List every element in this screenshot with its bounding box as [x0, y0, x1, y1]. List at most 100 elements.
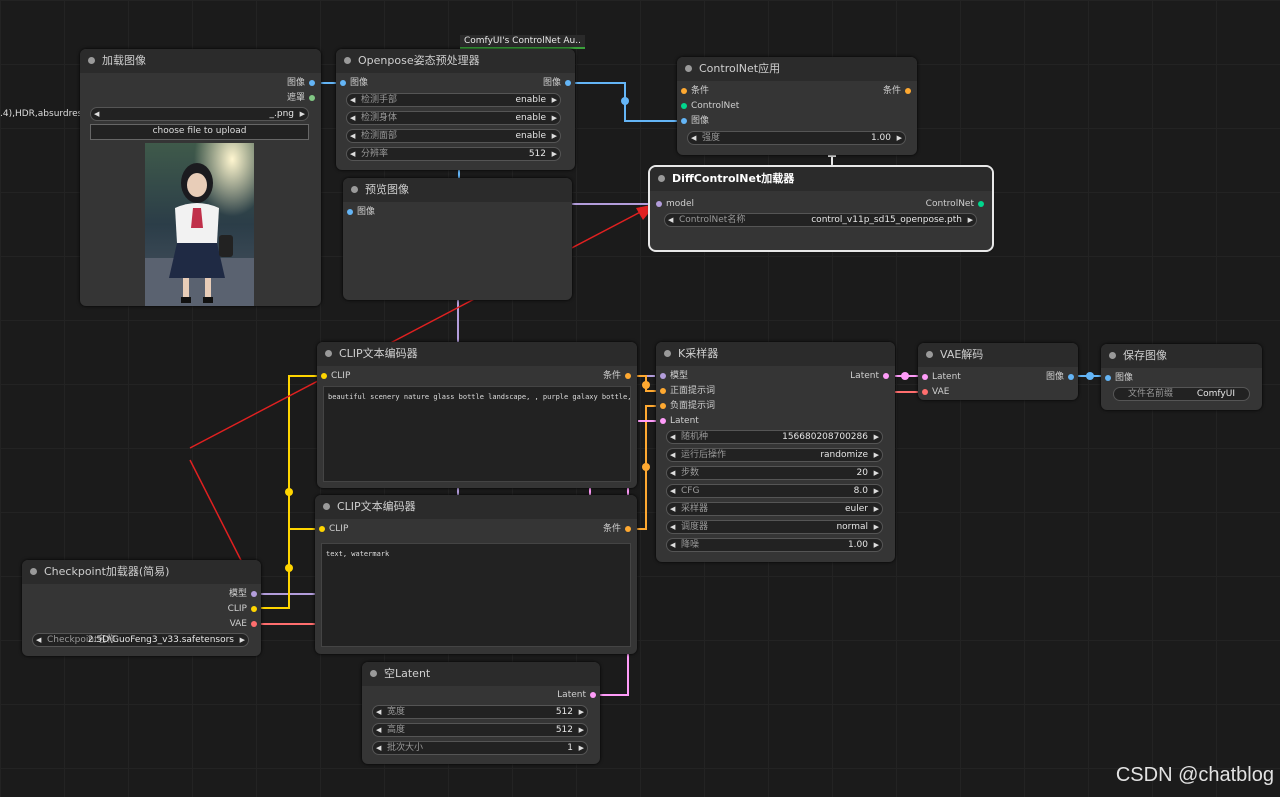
wire-cond-dot: [642, 381, 650, 389]
input-model[interactable]: 模型: [656, 370, 688, 382]
node-title: ControlNet应用: [699, 62, 781, 75]
input-controlnet[interactable]: ControlNet: [677, 100, 739, 112]
widget-denoise[interactable]: ◀ 降噪 1.00 ▶: [666, 538, 883, 552]
prompt-textarea[interactable]: beautiful scenery nature glass bottle la…: [323, 386, 631, 482]
widget-batch-size[interactable]: ◀ 批次大小 1 ▶: [372, 741, 588, 755]
collapse-dot-icon[interactable]: [370, 670, 377, 677]
widget-scheduler[interactable]: ◀ 调度器 normal ▶: [666, 520, 883, 534]
node-header[interactable]: DiffControlNet加载器: [650, 167, 992, 191]
input-negative[interactable]: 负面提示词: [656, 400, 715, 412]
output-image[interactable]: 图像: [543, 77, 575, 89]
widget-image-file[interactable]: ◀ _.png ▶: [90, 107, 309, 121]
node-title: K采样器: [678, 347, 719, 360]
collapse-dot-icon[interactable]: [1109, 352, 1116, 359]
output-mask[interactable]: 遮罩: [287, 92, 319, 104]
node-header[interactable]: Openpose姿态预处理器: [336, 49, 575, 73]
wire-latent-dot: [901, 372, 909, 380]
widget-seed[interactable]: ◀ 随机种 156680208700286 ▶: [666, 430, 883, 444]
wire-image-dot: [1086, 372, 1094, 380]
widget-filename-prefix[interactable]: 文件名前缀 ComfyUI: [1113, 387, 1250, 401]
widget-detect-face[interactable]: ◀ 检测面部 enable ▶: [346, 129, 561, 143]
node-controlnet-apply[interactable]: ControlNet应用 条件 条件 ControlNet 图像 ◀ 强度 1.00…: [677, 57, 917, 155]
output-model[interactable]: 模型: [229, 588, 261, 600]
collapse-dot-icon[interactable]: [88, 57, 95, 64]
input-vae[interactable]: VAE: [918, 386, 949, 398]
node-header[interactable]: Checkpoint加载器(简易): [22, 560, 261, 584]
widget-checkpoint-name[interactable]: ◀ Checkpoint名称 2.5D\GuoFeng3_v33.safetenso…: [32, 633, 249, 647]
collapse-dot-icon[interactable]: [30, 568, 37, 575]
input-positive[interactable]: 正面提示词: [656, 385, 715, 397]
widget-control-after[interactable]: ◀ 运行后操作 randomize ▶: [666, 448, 883, 462]
node-vae-decode[interactable]: VAE解码 Latent 图像 VAE: [918, 343, 1078, 400]
collapse-dot-icon[interactable]: [323, 503, 330, 510]
node-header[interactable]: 保存图像: [1101, 344, 1262, 368]
wire-clip-dot2: [285, 564, 293, 572]
output-conditioning[interactable]: 条件: [603, 523, 635, 535]
collapse-dot-icon[interactable]: [664, 350, 671, 357]
collapse-dot-icon[interactable]: [344, 57, 351, 64]
node-header[interactable]: K采样器: [656, 342, 895, 366]
node-header[interactable]: CLIP文本编码器: [317, 342, 637, 366]
input-clip[interactable]: CLIP: [317, 370, 350, 382]
widget-detect-hand[interactable]: ◀ 检测手部 enable ▶: [346, 93, 561, 107]
wire-cond-dot2: [642, 463, 650, 471]
input-model[interactable]: model: [652, 198, 694, 210]
input-image[interactable]: 图像: [343, 206, 375, 218]
widget-strength[interactable]: ◀ 强度 1.00 ▶: [687, 131, 906, 145]
input-image[interactable]: 图像: [336, 77, 368, 89]
node-header[interactable]: 预览图像: [343, 178, 572, 202]
output-conditioning[interactable]: 条件: [603, 370, 635, 382]
output-conditioning[interactable]: 条件: [883, 85, 915, 97]
node-load-image[interactable]: 加载图像 图像 遮罩 ◀ _.png ▶ choose file to upload: [80, 49, 321, 306]
widget-steps[interactable]: ◀ 步数 20 ▶: [666, 466, 883, 480]
upload-button[interactable]: choose file to upload: [90, 124, 309, 140]
output-vae[interactable]: VAE: [230, 618, 261, 630]
output-controlnet[interactable]: ControlNet: [926, 198, 988, 210]
prompt-textarea[interactable]: text, watermark: [321, 543, 631, 647]
node-badge: ComfyUI's ControlNet Au..: [460, 35, 585, 49]
output-latent[interactable]: Latent: [557, 689, 600, 701]
collapse-dot-icon[interactable]: [351, 186, 358, 193]
node-preview-image[interactable]: 预览图像 图像: [343, 178, 572, 300]
wire-clip-dot: [285, 488, 293, 496]
input-latent[interactable]: Latent: [656, 415, 699, 427]
input-image[interactable]: 图像: [677, 115, 709, 127]
collapse-dot-icon[interactable]: [325, 350, 332, 357]
node-title: 保存图像: [1123, 349, 1167, 362]
widget-cfg[interactable]: ◀ CFG 8.0 ▶: [666, 484, 883, 498]
node-clip-text-encode-positive[interactable]: CLIP文本编码器 CLIP 条件 beautiful scenery natu…: [317, 342, 637, 488]
node-title: 加载图像: [102, 54, 146, 67]
collapse-dot-icon[interactable]: [685, 65, 692, 72]
widget-resolution[interactable]: ◀ 分辨率 512 ▶: [346, 147, 561, 161]
output-latent[interactable]: Latent: [850, 370, 893, 382]
widget-width[interactable]: ◀ 宽度 512 ▶: [372, 705, 588, 719]
node-header[interactable]: VAE解码: [918, 343, 1078, 367]
widget-height[interactable]: ◀ 高度 512 ▶: [372, 723, 588, 737]
widget-controlnet-name[interactable]: ◀ ControlNet名称 control_v11p_sd15_openpose.…: [664, 213, 977, 227]
widget-sampler[interactable]: ◀ 采样器 euler ▶: [666, 502, 883, 516]
node-checkpoint-loader[interactable]: Checkpoint加载器(简易) 模型 CLIP VAE ◀ Checkpoin…: [22, 560, 261, 656]
output-image[interactable]: 图像: [287, 77, 319, 89]
collapse-dot-icon[interactable]: [658, 175, 665, 182]
node-title: CLIP文本编码器: [337, 500, 416, 513]
node-save-image[interactable]: 保存图像 图像 文件名前缀 ComfyUI: [1101, 344, 1262, 410]
node-header[interactable]: CLIP文本编码器: [315, 495, 637, 519]
node-header[interactable]: 空Latent: [362, 662, 600, 686]
input-latent[interactable]: Latent: [918, 371, 961, 383]
node-header[interactable]: 加载图像: [80, 49, 321, 73]
input-clip[interactable]: CLIP: [315, 523, 348, 535]
node-openpose[interactable]: Openpose姿态预处理器 图像 图像 ◀ 检测手部 enable ▶ ◀ 检测身体 e…: [336, 49, 575, 170]
node-clip-text-encode-negative[interactable]: CLIP文本编码器 CLIP 条件 text, watermark: [315, 495, 637, 654]
node-empty-latent[interactable]: 空Latent Latent ◀ 宽度 512 ▶ ◀ 高度 512 ▶ ◀ 批次大小 1 ▶: [362, 662, 600, 764]
node-title: Openpose姿态预处理器: [358, 54, 480, 67]
input-conditioning[interactable]: 条件: [677, 85, 709, 97]
widget-detect-body[interactable]: ◀ 检测身体 enable ▶: [346, 111, 561, 125]
node-title: 预览图像: [365, 183, 409, 196]
collapse-dot-icon[interactable]: [926, 351, 933, 358]
node-header[interactable]: ControlNet应用: [677, 57, 917, 81]
node-ksampler[interactable]: K采样器 模型 Latent 正面提示词 负面提示词 Latent ◀ 随机种 15…: [656, 342, 895, 562]
output-clip[interactable]: CLIP: [228, 603, 261, 615]
output-image[interactable]: 图像: [1046, 371, 1078, 383]
input-image[interactable]: 图像: [1101, 372, 1133, 384]
node-diff-controlnet-loader[interactable]: DiffControlNet加载器 model ControlNet ◀ Cont…: [648, 165, 994, 252]
